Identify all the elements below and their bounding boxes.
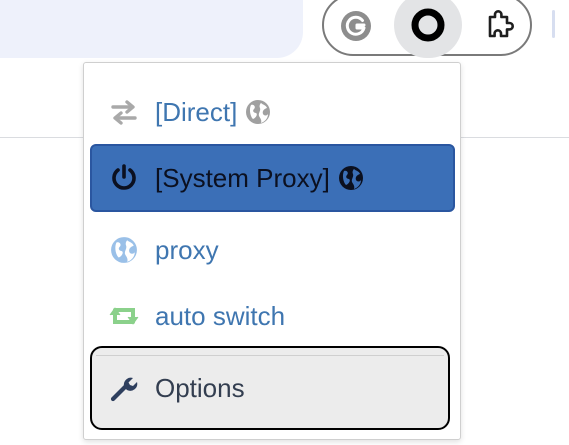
menu-item-proxy[interactable]: proxy: [107, 228, 219, 272]
menu-item-label: auto switch: [155, 300, 286, 331]
globe-icon: [245, 99, 271, 125]
address-bar[interactable]: [0, 0, 303, 58]
menu-item-label: [System Proxy]: [155, 162, 330, 193]
retweet-icon: [107, 299, 141, 333]
menu-item-system-proxy[interactable]: [System Proxy]: [90, 144, 455, 212]
grammarly-icon[interactable]: [336, 6, 376, 46]
menu-item-label: [Direct]: [155, 96, 238, 127]
globe-icon: [338, 165, 364, 191]
globe-icon: [107, 233, 141, 267]
power-icon: [107, 161, 141, 195]
menu-item-options[interactable]: Options: [90, 346, 450, 430]
wrench-icon: [107, 371, 141, 405]
menu-divider: [96, 355, 444, 356]
menu-item-label: proxy: [155, 234, 219, 265]
omega-icon[interactable]: [408, 5, 448, 45]
menu-item-direct[interactable]: [Direct]: [107, 90, 271, 134]
menu-item-auto-switch[interactable]: auto switch: [107, 294, 285, 338]
menu-item-label: Options: [155, 372, 245, 403]
puzzle-icon[interactable]: [479, 5, 519, 45]
transfer-arrows-icon: [107, 95, 141, 129]
toolbar-edge: [552, 10, 555, 38]
